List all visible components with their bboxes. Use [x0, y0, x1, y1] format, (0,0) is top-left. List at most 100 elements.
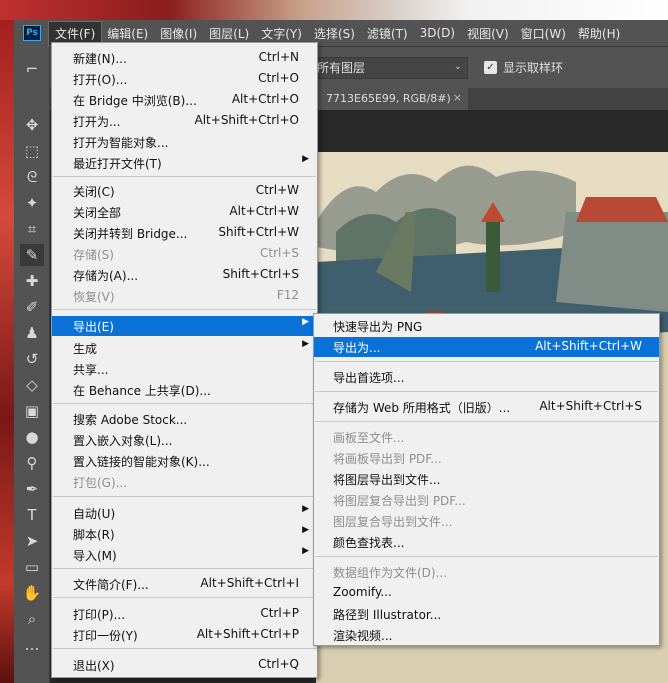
menu-item-label: 数据组作为文件(D)... [333, 566, 448, 580]
menu-item-label: 将图层导出到文件... [333, 473, 441, 487]
menu-item-quick-export-png[interactable]: 快速导出为 PNG [314, 316, 659, 336]
menu-item-shortcut: Alt+Shift+Ctrl+W [535, 339, 642, 353]
menu-item-file-info[interactable]: 文件简介(F)... Alt+Shift+Ctrl+I [52, 574, 317, 594]
magic-wand-icon[interactable]: ✦ [20, 192, 44, 214]
menu-item-package[interactable]: 打包(G)... [52, 472, 317, 492]
brush-icon[interactable]: ✐ [20, 296, 44, 318]
menu-item-import[interactable]: 导入(M) ▶ [52, 545, 317, 565]
blur-icon[interactable]: ● [20, 426, 44, 448]
menu-item-export[interactable]: 导出(E) ▶ [52, 316, 317, 336]
menu-item-close-go-bridge[interactable]: 关闭并转到 Bridge... Shift+Ctrl+W [52, 223, 317, 243]
stamp-icon[interactable]: ♟ [20, 322, 44, 344]
menu-item-close[interactable]: 关闭(C) Ctrl+W [52, 181, 317, 201]
menu-item-shortcut: Ctrl+Q [258, 657, 299, 671]
crop-icon[interactable]: ⌗ [20, 218, 44, 240]
menu-item-label: 置入链接的智能对象(K)... [73, 455, 210, 469]
menu-item-exit[interactable]: 退出(X) Ctrl+Q [52, 655, 317, 675]
menu-item-label: 在 Behance 上共享(D)... [73, 384, 211, 398]
menu-item-revert[interactable]: 恢复(V) F12 [52, 286, 317, 306]
menu-item-open-as[interactable]: 打开为... Alt+Shift+Ctrl+O [52, 111, 317, 131]
zoom-icon[interactable]: ⌕ [20, 608, 44, 630]
menu-item-label: 将画板导出到 PDF... [333, 452, 442, 466]
menu-separator [53, 176, 316, 177]
menu-item-shortcut: Alt+Shift+Ctrl+S [539, 399, 642, 413]
lasso-icon[interactable]: ᘓ [20, 166, 44, 188]
menu-item-label: 打开为... [73, 115, 121, 129]
close-icon[interactable]: × [453, 91, 462, 104]
menu-item-save[interactable]: 存储(S) Ctrl+S [52, 244, 317, 264]
menu-item-save-for-web[interactable]: 存储为 Web 所用格式（旧版）... Alt+Shift+Ctrl+S [314, 397, 659, 417]
menu-item-label: 导出首选项... [333, 371, 405, 385]
hand-icon[interactable]: ✋ [20, 582, 44, 604]
menu-item-render-video[interactable]: 渲染视频... [314, 625, 659, 645]
history-brush-icon[interactable]: ↺ [20, 348, 44, 370]
menu-3d[interactable]: 3D(D) [414, 23, 461, 43]
sample-select-value: 所有图层 [317, 61, 366, 75]
submenu-arrow-icon: ▶ [302, 504, 309, 514]
menu-item-label: 打包(G)... [73, 476, 128, 490]
menu-item-label: 路径到 Illustrator... [333, 608, 442, 622]
menu-separator [315, 556, 658, 557]
eraser-icon[interactable]: ◇ [20, 374, 44, 396]
menu-item-artboards-to-pdf[interactable]: 将画板导出到 PDF... [314, 448, 659, 468]
menu-item-scripts[interactable]: 脚本(R) ▶ [52, 524, 317, 544]
menu-item-label: 在 Bridge 中浏览(B)... [73, 94, 197, 108]
tools-panel: ⌐ ✥ ⬚ ᘓ ✦ ⌗ ✎ ✚ ✐ ♟ ↺ ◇ ▣ ● ⚲ ✒ T ➤ ▭ ✋ … [14, 46, 50, 683]
move-icon[interactable]: ✥ [20, 114, 44, 136]
menu-item-layers-to-files[interactable]: 将图层导出到文件... [314, 469, 659, 489]
menu-item-place-embedded[interactable]: 置入嵌入对象(L)... [52, 430, 317, 450]
menu-item-open-smart-object[interactable]: 打开为智能对象... [52, 132, 317, 152]
menu-item-data-sets-as-files[interactable]: 数据组作为文件(D)... [314, 562, 659, 582]
eyedropper-icon[interactable]: ⌐ [20, 58, 44, 80]
rectangle-icon[interactable]: ▭ [20, 556, 44, 578]
menu-item-color-lookup[interactable]: 颜色查找表... [314, 532, 659, 552]
pen-icon[interactable]: ✒ [20, 478, 44, 500]
menu-item-recent-files[interactable]: 最近打开文件(T) ▶ [52, 153, 317, 173]
menu-item-new[interactable]: 新建(N)... Ctrl+N [52, 48, 317, 68]
menu-item-search-stock[interactable]: 搜索 Adobe Stock... [52, 409, 317, 429]
active-eyedropper-icon[interactable]: ✎ [20, 244, 44, 266]
export-submenu: 快速导出为 PNG 导出为... Alt+Shift+Ctrl+W 导出首选项..… [313, 313, 660, 646]
document-tab[interactable]: 7713E65E99, RGB/8#) × [318, 88, 468, 110]
menu-item-export-as[interactable]: 导出为... Alt+Shift+Ctrl+W [314, 337, 659, 357]
show-ring-checkbox[interactable]: ✓ [484, 61, 497, 74]
menu-item-share-behance[interactable]: 在 Behance 上共享(D)... [52, 380, 317, 400]
gradient-icon[interactable]: ▣ [20, 400, 44, 422]
menu-view[interactable]: 视图(V) [461, 22, 515, 45]
menu-item-label: 关闭全部 [73, 206, 122, 220]
desktop-background-left [0, 20, 14, 683]
menu-item-save-as[interactable]: 存储为(A)... Shift+Ctrl+S [52, 265, 317, 285]
menu-item-print[interactable]: 打印(P)... Ctrl+P [52, 604, 317, 624]
dodge-icon[interactable]: ⚲ [20, 452, 44, 474]
menu-item-artboards-to-files[interactable]: 画板至文件... [314, 427, 659, 447]
menu-item-close-all[interactable]: 关闭全部 Alt+Ctrl+W [52, 202, 317, 222]
menu-item-generate[interactable]: 生成 ▶ [52, 338, 317, 358]
menu-item-layer-comps-to-files[interactable]: 图层复合导出到文件... [314, 511, 659, 531]
menu-separator [53, 648, 316, 649]
show-sampling-ring-option[interactable]: ✓ 显示取样环 [484, 59, 563, 76]
menu-item-export-preferences[interactable]: 导出首选项... [314, 367, 659, 387]
menu-item-automate[interactable]: 自动(U) ▶ [52, 503, 317, 523]
path-select-icon[interactable]: ➤ [20, 530, 44, 552]
menu-item-print-one-copy[interactable]: 打印一份(Y) Alt+Shift+Ctrl+P [52, 625, 317, 645]
healing-icon[interactable]: ✚ [20, 270, 44, 292]
type-icon[interactable]: T [20, 504, 44, 526]
menu-help[interactable]: 帮助(H) [572, 22, 626, 45]
sample-layers-select[interactable]: 所有图层 ⌄ [310, 57, 468, 79]
menu-item-share[interactable]: 共享... [52, 359, 317, 379]
menu-window[interactable]: 窗口(W) [515, 22, 572, 45]
menu-item-place-linked[interactable]: 置入链接的智能对象(K)... [52, 451, 317, 471]
menu-item-open[interactable]: 打开(O)... Ctrl+O [52, 69, 317, 89]
menu-item-paths-to-illustrator[interactable]: 路径到 Illustrator... [314, 604, 659, 624]
marquee-icon[interactable]: ⬚ [20, 140, 44, 162]
chevron-down-icon: ⌄ [453, 61, 462, 72]
menu-item-layer-comps-to-pdf[interactable]: 将图层复合导出到 PDF... [314, 490, 659, 510]
menu-item-browse-bridge[interactable]: 在 Bridge 中浏览(B)... Alt+Ctrl+O [52, 90, 317, 110]
menu-item-zoomify[interactable]: Zoomify... [314, 583, 659, 603]
file-menu: 新建(N)... Ctrl+N 打开(O)... Ctrl+O 在 Bridge 中… [51, 42, 318, 678]
menu-item-label: 脚本(R) [73, 528, 115, 542]
more-icon[interactable]: … [20, 634, 44, 656]
show-ring-label: 显示取样环 [503, 61, 564, 75]
menu-filter[interactable]: 滤镜(T) [361, 22, 414, 45]
menu-separator [53, 403, 316, 404]
